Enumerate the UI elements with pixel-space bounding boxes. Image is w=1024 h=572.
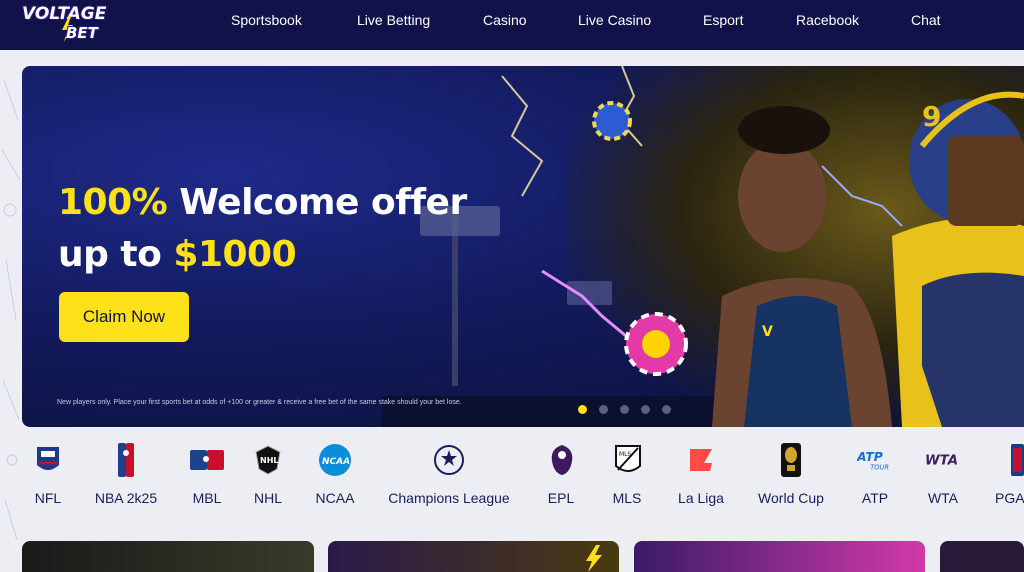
league-label: ATP — [861, 490, 889, 506]
epl-icon — [544, 442, 580, 478]
league-item-nhl[interactable]: NHL NHL — [250, 442, 286, 506]
promo-card[interactable] — [22, 541, 314, 572]
promo-card[interactable] — [634, 541, 925, 572]
svg-text:NHL: NHL — [260, 456, 279, 465]
league-label: NCAA — [315, 490, 355, 506]
nhl-icon: NHL — [250, 442, 286, 478]
hero-offer-text: Welcome offer — [167, 182, 467, 223]
league-item-la-liga[interactable]: La Liga — [676, 442, 726, 506]
claim-now-button[interactable]: Claim Now — [59, 292, 189, 342]
league-item-mlb[interactable]: MBL — [188, 442, 226, 506]
wta-icon: WTA — [925, 442, 961, 478]
league-item-epl[interactable]: EPL — [544, 442, 578, 506]
svg-text:NCAA: NCAA — [322, 457, 350, 467]
league-item-atp[interactable]: ATP TOUR ATP — [856, 442, 894, 506]
mlb-icon — [189, 442, 225, 478]
ncaa-icon: NCAA — [317, 442, 353, 478]
nav-chat[interactable]: Chat — [911, 12, 941, 28]
hero-banner: V 9 100% Welcome offer up to $1000 Claim… — [22, 66, 1024, 427]
league-label: Champions League — [388, 490, 510, 506]
promo-card[interactable] — [940, 541, 1024, 572]
top-header: VOLTAGE BET Sportsbook Live Betting Casi… — [0, 0, 1024, 50]
league-label: PGA — [995, 490, 1024, 506]
hero-amount: $1000 — [173, 234, 297, 275]
pga-icon — [993, 442, 1024, 478]
hero-headline-line2: up to $1000 — [58, 234, 297, 275]
carousel-dot[interactable] — [641, 405, 650, 414]
league-item-pga[interactable]: PGA — [993, 442, 1024, 506]
champions-league-icon — [431, 442, 467, 478]
nav-esport[interactable]: Esport — [703, 12, 743, 28]
nav-live-betting[interactable]: Live Betting — [357, 12, 430, 28]
svg-text:ATP: ATP — [857, 450, 883, 464]
league-label: NBA 2k25 — [94, 490, 158, 506]
nav-racebook[interactable]: Racebook — [796, 12, 859, 28]
league-label: WTA — [927, 490, 959, 506]
promo-card[interactable] — [328, 541, 619, 572]
nav-live-casino[interactable]: Live Casino — [578, 12, 651, 28]
league-item-wta[interactable]: WTA WTA — [919, 442, 967, 506]
league-item-mls[interactable]: MLS MLS — [610, 442, 644, 506]
nav-sportsbook[interactable]: Sportsbook — [231, 12, 302, 28]
lightning-bolt-icon — [586, 545, 602, 572]
atp-icon: ATP TOUR — [857, 442, 893, 478]
league-label: La Liga — [678, 490, 724, 506]
hero-headline-line1: 100% Welcome offer — [58, 182, 467, 223]
hero-percent: 100% — [58, 182, 168, 223]
hero-upto-text: up to — [58, 234, 174, 275]
nav-casino[interactable]: Casino — [483, 12, 527, 28]
nba-icon — [108, 442, 144, 478]
svg-text:WTA: WTA — [925, 454, 958, 469]
league-label: EPL — [547, 490, 575, 506]
league-item-world-cup[interactable]: World Cup — [757, 442, 825, 506]
carousel-dot[interactable] — [578, 405, 587, 414]
main-nav: Sportsbook Live Betting Casino Live Casi… — [0, 0, 1024, 40]
svg-text:TOUR: TOUR — [870, 463, 889, 471]
league-label: NFL — [34, 490, 62, 506]
league-item-nfl[interactable]: NFL — [30, 442, 66, 506]
league-label: NHL — [253, 490, 282, 506]
league-label: World Cup — [758, 490, 824, 506]
league-shortcuts: NFL NBA 2k25 MBL NHL NHL NCAA NCAA Champ… — [0, 432, 1024, 532]
carousel-dot[interactable] — [599, 405, 608, 414]
la-liga-icon — [683, 442, 719, 478]
world-cup-icon — [773, 442, 809, 478]
league-item-ncaa[interactable]: NCAA NCAA — [314, 442, 356, 506]
league-label: MLS — [612, 490, 642, 506]
carousel-dot[interactable] — [662, 405, 671, 414]
carousel-dots — [578, 405, 671, 414]
svg-text:9: 9 — [922, 100, 941, 133]
league-item-champions-league[interactable]: Champions League — [387, 442, 511, 506]
svg-text:V: V — [762, 324, 773, 340]
carousel-dot[interactable] — [620, 405, 629, 414]
hero-disclaimer: New players only. Place your first sport… — [57, 399, 462, 406]
league-item-nba[interactable]: NBA 2k25 — [92, 442, 160, 506]
league-label: MBL — [192, 490, 222, 506]
svg-text:MLS: MLS — [619, 451, 632, 458]
nfl-icon — [30, 442, 66, 478]
mls-icon: MLS — [610, 442, 646, 478]
